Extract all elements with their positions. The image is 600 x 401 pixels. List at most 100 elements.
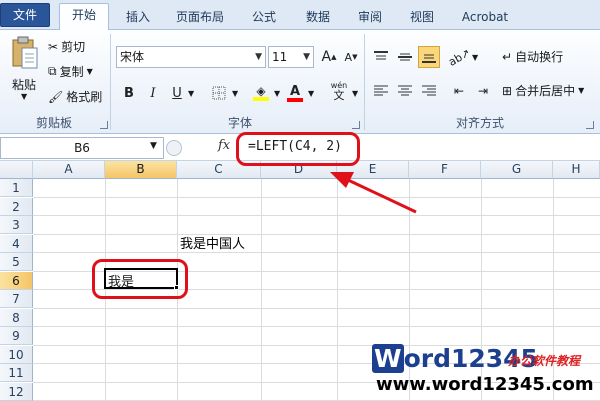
cut-button[interactable]: ✂ 剪切: [48, 38, 85, 55]
merge-icon: ⊞: [502, 83, 513, 98]
increase-indent-button[interactable]: ⇥: [472, 80, 494, 102]
align-right-button[interactable]: [418, 80, 440, 102]
row-header-2[interactable]: 2: [0, 197, 33, 216]
row-header-3[interactable]: 3: [0, 216, 33, 234]
ribbon-home: 粘贴 ▼ ✂ 剪切 ⧉ 复制 ▼ 🖌 格式刷 剪贴板 宋体 ▼ 11 ▼ A ▲ …: [0, 30, 600, 134]
chevron-down-icon: ▼: [21, 92, 28, 101]
clipboard-group-label: 剪贴板: [35, 116, 72, 130]
align-right-icon: [422, 85, 436, 96]
wrap-text-icon: ↵: [502, 49, 513, 64]
name-box[interactable]: B6: [0, 137, 164, 159]
ribbon-tab-bar: 文件 开始 插入 页面布局 公式 数据 审阅 视图 Acrobat: [0, 0, 600, 31]
shrink-font-button[interactable]: A ▼: [340, 46, 362, 68]
scissors-icon: ✂: [48, 39, 59, 54]
alignment-group-label: 对齐方式: [455, 116, 504, 130]
grid-line: [33, 307, 600, 309]
paste-button[interactable]: 粘贴 ▼: [6, 34, 44, 114]
watermark-url: www.word12345.com: [376, 374, 594, 395]
font-dialog-launcher[interactable]: [352, 121, 360, 129]
row-header-8[interactable]: 8: [0, 308, 33, 327]
row-header-9[interactable]: 9: [0, 327, 33, 345]
paste-icon: [12, 36, 38, 69]
wrap-text-button[interactable]: ↵ 自动换行: [502, 48, 563, 65]
copy-button[interactable]: ⧉ 复制 ▼: [48, 63, 93, 80]
row-header-5[interactable]: 5: [0, 253, 33, 271]
chevron-down-icon: ▼: [86, 67, 93, 76]
column-header-g[interactable]: G: [481, 161, 553, 179]
grow-font-icon: A: [321, 49, 332, 65]
merge-center-button[interactable]: ⊞ 合并后居中 ▼: [502, 82, 584, 99]
border-icon: [212, 86, 226, 100]
shrink-font-icon: A: [344, 50, 353, 64]
cell-c4[interactable]: 我是中国人: [180, 233, 245, 252]
tab-page-layout[interactable]: 页面布局: [168, 6, 232, 30]
underline-button[interactable]: U: [166, 82, 188, 104]
phonetic-guide-button[interactable]: wén 文: [328, 80, 350, 102]
wrap-text-label: 自动换行: [515, 50, 564, 64]
merge-center-label: 合并后居中: [515, 84, 576, 98]
tab-home[interactable]: 开始: [59, 3, 109, 31]
insert-function-icon[interactable]: fx: [218, 138, 230, 153]
group-divider: [110, 34, 111, 130]
row-header-1[interactable]: 1: [0, 179, 33, 197]
grid-line: [33, 233, 600, 235]
decrease-indent-icon: ⇤: [453, 84, 465, 98]
highlight-formula: [236, 132, 360, 166]
chevron-down-icon[interactable]: ▼: [150, 141, 157, 151]
chevron-down-icon: ▼: [578, 86, 585, 95]
column-header-b[interactable]: B: [105, 161, 177, 179]
grid-line: [33, 326, 600, 327]
font-color-icon: A: [289, 83, 301, 99]
select-all-corner[interactable]: [0, 161, 33, 179]
tab-review[interactable]: 审阅: [350, 6, 390, 30]
clipboard-dialog-launcher[interactable]: [100, 121, 108, 129]
font-name-value: 宋体: [120, 50, 145, 64]
bold-button[interactable]: B: [118, 82, 140, 104]
tab-view[interactable]: 视图: [400, 6, 444, 30]
group-divider: [364, 34, 365, 130]
align-bottom-icon: [422, 54, 436, 63]
align-middle-icon: [398, 53, 412, 61]
brush-icon: 🖌: [48, 89, 64, 104]
column-header-f[interactable]: F: [409, 161, 481, 179]
row-header-11[interactable]: 11: [0, 364, 33, 382]
font-size-combo[interactable]: 11 ▼: [268, 46, 314, 68]
tab-data[interactable]: 数据: [296, 6, 340, 30]
fill-color-button[interactable]: ◈: [250, 82, 272, 104]
align-middle-button[interactable]: [394, 46, 416, 68]
format-painter-button[interactable]: 🖌 格式刷: [48, 88, 102, 105]
row-header-4[interactable]: 4: [0, 234, 33, 253]
borders-button[interactable]: [208, 82, 230, 104]
column-header-a[interactable]: A: [33, 161, 105, 179]
font-name-combo[interactable]: 宋体 ▼: [116, 46, 266, 68]
chevron-down-icon: ▼: [352, 89, 359, 98]
font-color-button[interactable]: A: [284, 82, 306, 104]
name-box-value: B6: [74, 141, 90, 155]
row-header-10[interactable]: 10: [0, 345, 33, 364]
row-header-6[interactable]: 6: [0, 271, 33, 290]
chevron-down-icon: ▼: [308, 89, 315, 98]
italic-button[interactable]: I: [142, 82, 164, 104]
align-center-button[interactable]: [394, 80, 416, 102]
chevron-down-icon: ▼: [232, 89, 239, 98]
decrease-indent-button[interactable]: ⇤: [448, 80, 470, 102]
orientation-button[interactable]: ab↗: [446, 46, 472, 69]
chevron-down-icon: ▼: [472, 53, 479, 62]
column-header-h[interactable]: H: [553, 161, 600, 179]
grow-font-button[interactable]: A ▲: [318, 46, 340, 68]
font-size-value: 11: [272, 50, 288, 64]
align-center-icon: [398, 85, 412, 96]
align-left-button[interactable]: [370, 80, 392, 102]
align-bottom-button[interactable]: [418, 46, 440, 68]
tab-insert[interactable]: 插入: [118, 6, 158, 30]
row-header-12[interactable]: 12: [0, 382, 33, 401]
align-top-button[interactable]: [370, 46, 392, 68]
tab-acrobat[interactable]: Acrobat: [454, 6, 516, 30]
formula-bar-splitter[interactable]: [166, 140, 182, 156]
tab-formulas[interactable]: 公式: [240, 6, 288, 30]
grid-line: [33, 215, 600, 216]
row-header-7[interactable]: 7: [0, 290, 33, 308]
tab-file[interactable]: 文件: [0, 3, 50, 27]
watermark-tagline: 办公软件教程: [508, 354, 581, 368]
alignment-dialog-launcher[interactable]: [586, 121, 594, 129]
